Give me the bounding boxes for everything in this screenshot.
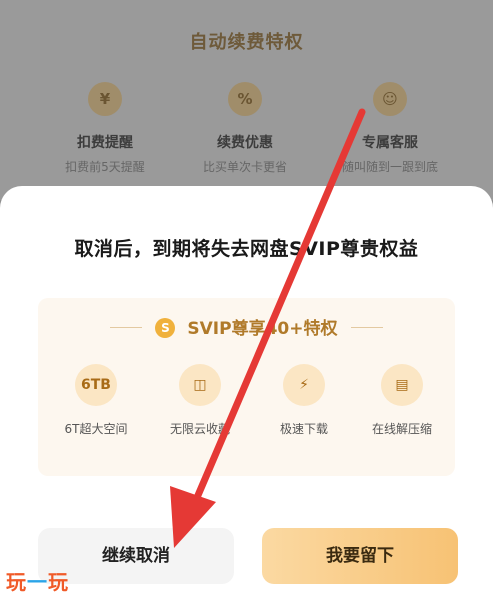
lightning-icon: ⚡: [283, 364, 325, 406]
watermark-char: 玩: [6, 570, 27, 594]
discount-icon: %: [228, 82, 262, 116]
benefit-label: 在线解压缩: [371, 422, 432, 436]
feature-subtitle: 随叫随到一跟到底: [341, 160, 438, 174]
feature-renewal-discount: % 续费优惠 比买单次卡更省: [180, 82, 310, 175]
divider: [351, 327, 384, 328]
watermark-logo: 玩一玩: [6, 566, 69, 595]
feature-subtitle: 扣费前5天提醒: [65, 160, 145, 174]
customer-service-icon: ☺: [373, 82, 407, 116]
stay-button[interactable]: 我要留下: [262, 528, 458, 584]
feature-subtitle: 比买单次卡更省: [202, 160, 287, 174]
benefit-label: 无限云收藏: [169, 422, 230, 436]
svip-badge: S SVIP尊享40+特权: [38, 314, 455, 339]
feature-title: 专属客服: [362, 135, 418, 151]
watermark-char: 一: [27, 570, 48, 594]
benefit-label: 极速下载: [279, 422, 328, 436]
badge-text: SVIP尊享40+特权: [187, 319, 338, 339]
svip-coin-icon: S: [155, 318, 176, 338]
zip-icon: ▤: [381, 364, 423, 406]
feature-title: 续费优惠: [217, 135, 273, 151]
auto-renew-title: 自动续费特权: [189, 32, 304, 53]
feature-title: 扣费提醒: [77, 135, 133, 151]
dialog-title: 取消后，到期将失去网盘SVIP尊贵权益: [74, 238, 419, 260]
feature-exclusive-service: ☺ 专属客服 随叫随到一跟到底: [325, 82, 455, 175]
storage-6tb-icon: 6TB: [75, 364, 117, 406]
benefit-fast-download: ⚡ 极速下载: [254, 364, 354, 437]
benefits-card: S SVIP尊享40+特权 6TB 6T超大空间 ◫ 无限云收藏 ⚡ 极速下载 …: [38, 298, 455, 476]
watermark-char: 玩: [48, 570, 69, 594]
benefit-label: 6T超大空间: [64, 422, 128, 436]
benefit-storage: 6TB 6T超大空间: [46, 364, 146, 437]
yen-icon: ¥: [88, 82, 122, 116]
benefit-online-unzip: ▤ 在线解压缩: [352, 364, 452, 437]
cloud-collect-icon: ◫: [179, 364, 221, 406]
feature-billing-reminder: ¥ 扣费提醒 扣费前5天提醒: [40, 82, 170, 175]
divider: [109, 327, 142, 328]
benefit-cloud-collect: ◫ 无限云收藏: [150, 364, 250, 437]
